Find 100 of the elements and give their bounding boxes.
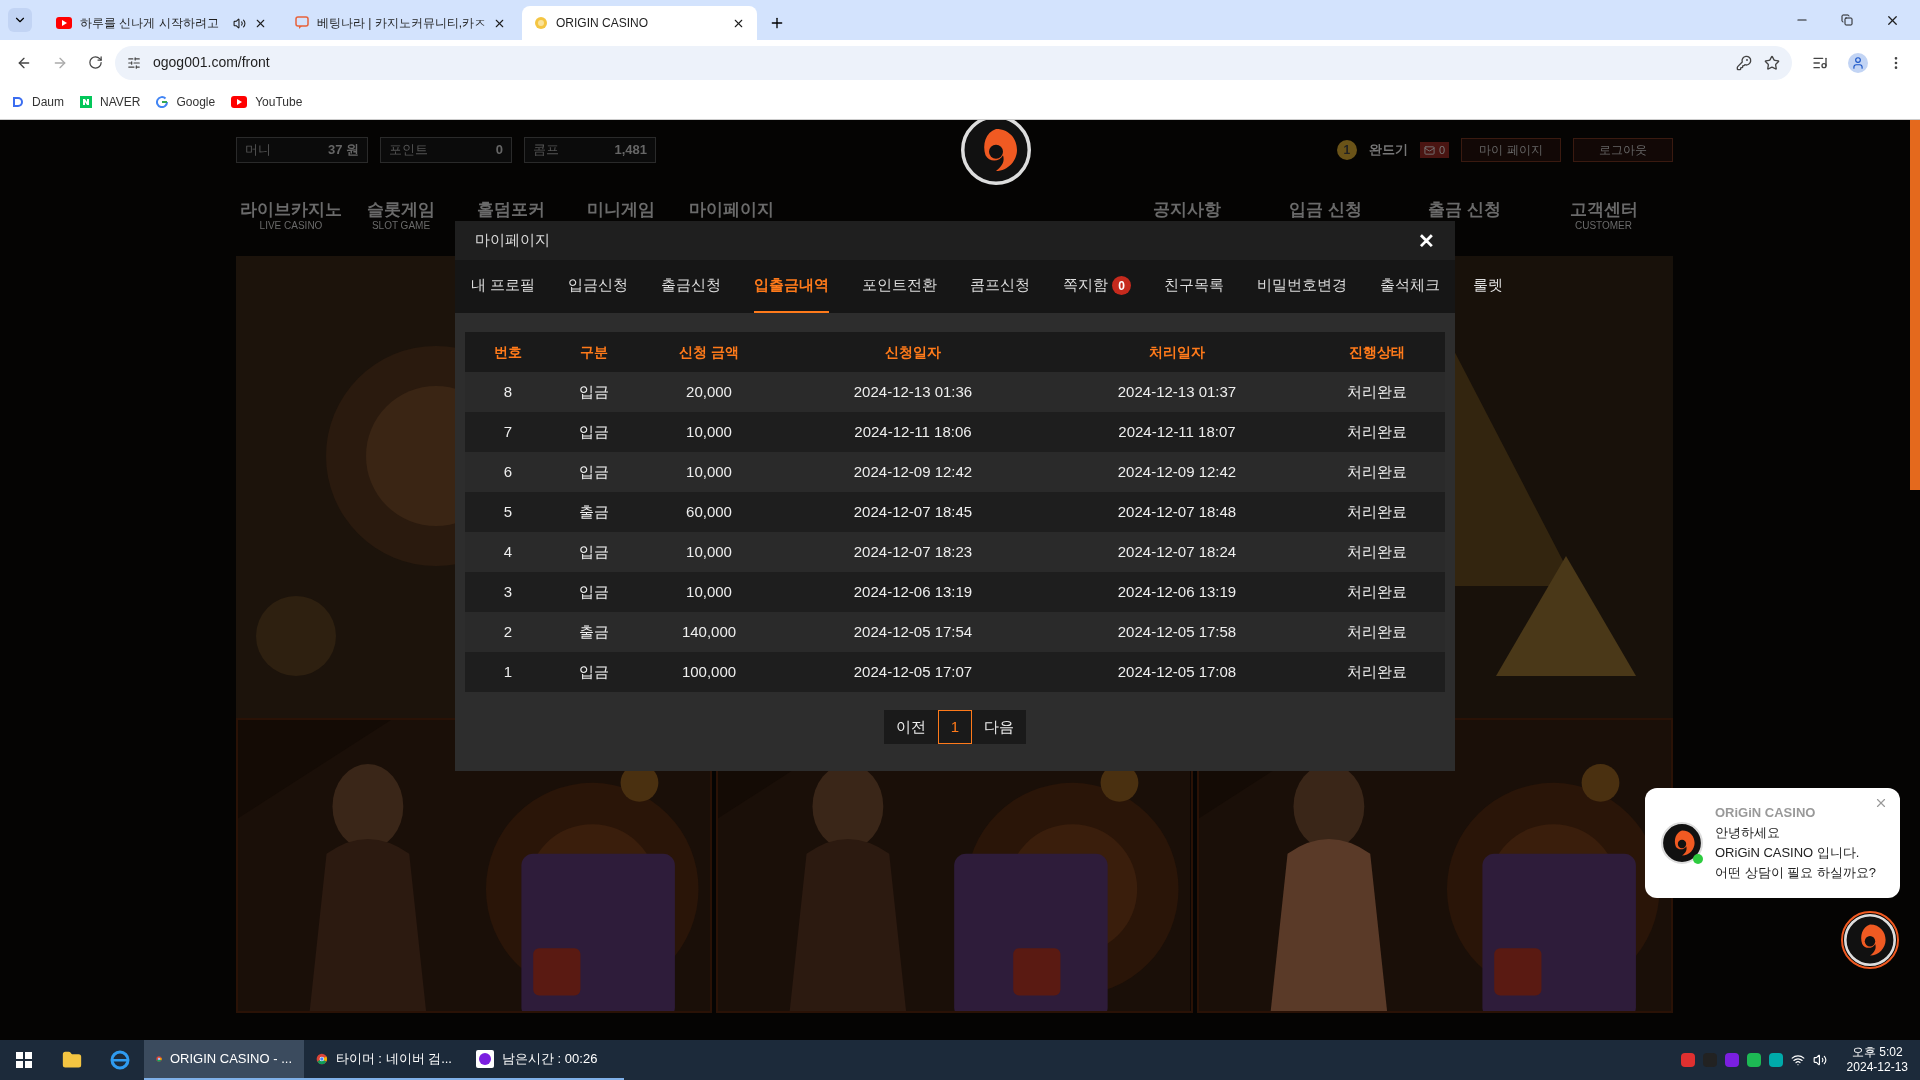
count-badge: 0	[1112, 276, 1132, 295]
table-cell-text: 처리완료	[1346, 381, 1408, 402]
taskbar-app[interactable]: 타이머 : 네이버 검...	[304, 1040, 464, 1080]
next-button[interactable]: 다음	[972, 710, 1026, 744]
close-button[interactable]: ✕	[1418, 225, 1435, 256]
bookmark[interactable]: Google	[156, 93, 216, 111]
table-cell-text: 6	[502, 461, 514, 482]
table-cell-text: 2024-12-05 17:07	[852, 661, 974, 682]
modal-title: 마이페이지	[475, 230, 550, 251]
prev-button[interactable]: 이전	[884, 710, 938, 744]
chat-popup[interactable]: ORiGiN CASINO 안녕하세요 ORiGiN CASINO 입니다. 어떤 상담이 필요 하실까요?	[1645, 788, 1900, 898]
logo-icon	[1661, 822, 1703, 864]
tab[interactable]: 콤프신청	[970, 260, 1031, 313]
tray-app-icon[interactable]	[1680, 1053, 1695, 1067]
nav-link[interactable]: 입금 신청	[1289, 200, 1362, 219]
tab[interactable]: 쪽지함 0	[1063, 260, 1132, 313]
chat-sender: ORiGiN CASINO	[1715, 804, 1817, 822]
circle-app-icon	[476, 1050, 494, 1068]
wallet-box: 머니 37 원	[236, 137, 368, 163]
profile-avatar[interactable]	[1848, 52, 1868, 73]
nav-link[interactable]: 미니게임	[587, 200, 655, 219]
bookmark[interactable]: Daum	[12, 93, 64, 111]
taskbar-app[interactable]: 남은시간 : 00:26	[464, 1040, 624, 1080]
video-play-icon	[56, 17, 72, 29]
chat-launcher-button[interactable]	[1841, 911, 1899, 969]
tab[interactable]: 비밀번호변경	[1257, 260, 1348, 313]
wallet-box: 포인트 0	[380, 137, 512, 163]
account-button[interactable]: 로그아웃	[1573, 138, 1673, 162]
nav-link[interactable]: 라이브카지노	[240, 200, 342, 219]
tab-search-button[interactable]	[8, 8, 32, 32]
table-cell-text: 10,000	[685, 421, 733, 442]
nav-link[interactable]: 고객센터	[1569, 200, 1638, 219]
column-header: 구분	[579, 342, 609, 362]
table-cell-text: 10,000	[685, 581, 733, 602]
table-cell-text: 입금	[578, 421, 610, 442]
bookmark[interactable]: NAVER	[80, 93, 141, 111]
table-cell-text: 2024-12-05 17:58	[1116, 621, 1238, 642]
column-header: 신청일자	[884, 342, 942, 362]
site-settings-icon[interactable]	[127, 55, 141, 70]
account-button[interactable]: 마이 페이지	[1461, 138, 1561, 162]
table-cell-text: 출금	[578, 621, 610, 642]
key-icon[interactable]	[1736, 54, 1752, 71]
network-icon[interactable]	[1790, 1053, 1805, 1067]
table-cell-text: 10,000	[685, 461, 733, 482]
nav-link[interactable]: 홀덤포커	[477, 200, 545, 219]
nav-subtitle: LIVE CASINO	[259, 219, 323, 232]
table-cell-text: 2024-12-09 12:42	[1116, 461, 1238, 482]
table-cell-text: 10,000	[685, 541, 733, 562]
table-cell-text: 8	[502, 381, 514, 402]
tab[interactable]: 출석체크	[1380, 260, 1441, 313]
page-button[interactable]: 1	[938, 710, 972, 744]
browser-tab[interactable]: 하루를 신나게 시작하려고	[44, 6, 279, 40]
taskbar-app[interactable]: ORIGIN CASINO - ...	[144, 1040, 304, 1080]
table-cell-text: 처리완료	[1346, 501, 1408, 522]
table-cell-text: 2024-12-11 18:07	[1117, 421, 1237, 442]
windows-logo-icon[interactable]	[16, 1052, 32, 1068]
table-cell-text: 2	[502, 621, 514, 642]
table-cell-text: 2024-12-07 18:45	[852, 501, 974, 522]
tab[interactable]: 내 프로필	[471, 260, 536, 313]
tray-app-icon[interactable]	[1768, 1053, 1783, 1067]
letter-d-icon	[12, 96, 24, 108]
nav-subtitle: SLOT GAME	[371, 219, 431, 232]
address-bar[interactable]: ogog001.com/front	[115, 45, 1792, 80]
browser-tab[interactable]: ORIGIN CASINO	[522, 6, 757, 40]
folder-icon[interactable]	[62, 1050, 82, 1070]
restore-icon[interactable]	[1841, 14, 1853, 26]
level-badge: 1	[1336, 140, 1357, 160]
tab[interactable]: 룰렛	[1473, 260, 1504, 313]
bookmark[interactable]: YouTube	[231, 93, 303, 111]
speaker-icon[interactable]	[1812, 1053, 1827, 1067]
tray-app-icon[interactable]	[1746, 1053, 1761, 1067]
chat-bubble-icon	[295, 16, 309, 30]
table-cell-text: 2024-12-11 18:06	[853, 421, 973, 442]
tab-title: ORIGIN CASINO	[556, 15, 649, 32]
logo-icon	[1844, 914, 1896, 966]
new-tab-icon[interactable]	[769, 15, 785, 31]
table-cell-text: 입금	[578, 541, 610, 562]
bookmark-star-icon[interactable]	[1764, 54, 1780, 71]
letter-e-icon[interactable]	[110, 1050, 130, 1070]
nav-link[interactable]: 공지사항	[1152, 200, 1221, 219]
reload-icon[interactable]	[88, 55, 103, 70]
table-cell-text: 7	[502, 421, 514, 442]
table-cell-text: 20,000	[685, 381, 733, 402]
table-cell-text: 2024-12-05 17:08	[1116, 661, 1238, 682]
tab[interactable]: 친구목록	[1164, 260, 1225, 313]
tab[interactable]: 포인트전환	[862, 260, 938, 313]
table-cell-text: 출금	[578, 501, 610, 522]
table-cell-text: 입금	[578, 381, 610, 402]
table-cell-text: 처리완료	[1346, 541, 1408, 562]
wallet-box: 콤프 1,481	[524, 137, 656, 163]
tab[interactable]: 출금신청	[661, 260, 722, 313]
tab-title: 하루를 신나게 시작하려고	[80, 15, 220, 32]
tab[interactable]: 입금신청	[568, 260, 629, 313]
nav-link[interactable]: 마이페이지	[688, 200, 774, 219]
nav-link[interactable]: 슬롯게임	[367, 200, 435, 219]
column-header: 번호	[493, 342, 523, 362]
browser-tab[interactable]: 베팅나라 | 카지노커뮤니티,카ㅈ	[283, 6, 518, 40]
scrollbar-thumb[interactable]	[1910, 120, 1920, 490]
tab[interactable]: 입출금내역	[754, 260, 830, 313]
nav-link[interactable]: 출금 신청	[1428, 200, 1501, 219]
